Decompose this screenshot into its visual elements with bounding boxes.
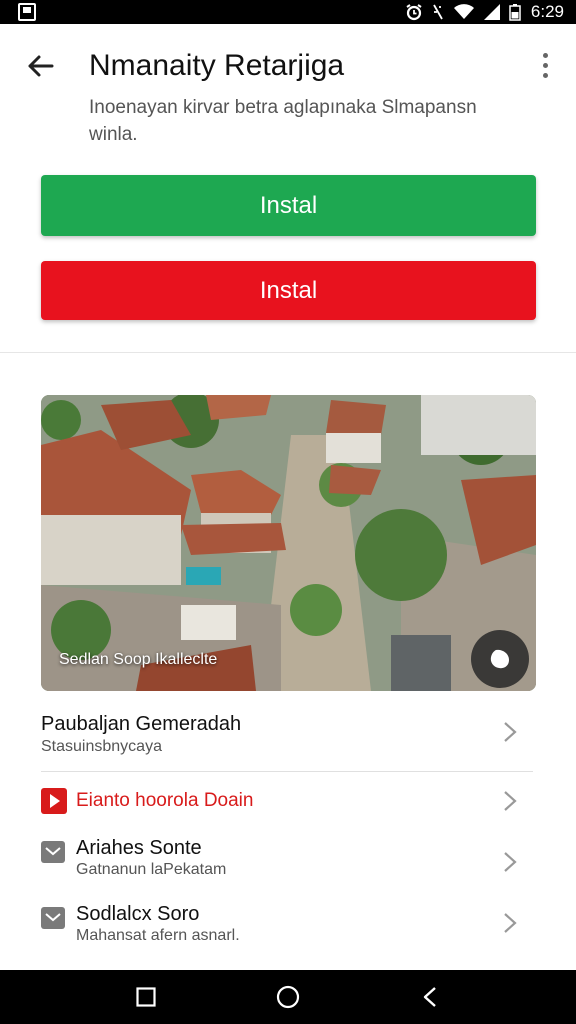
list-item-title: Paubaljan Gemeradah [41, 713, 242, 735]
village-photo-illustration [41, 395, 536, 691]
chevron-right-icon [504, 913, 517, 933]
village-photo[interactable]: Sedlan Soop Ikalleclte [41, 395, 536, 691]
mail-icon [41, 841, 65, 863]
shape-icon [490, 649, 509, 669]
navigation-bar [0, 970, 576, 1024]
photo-caption: Sedlan Soop Ikalleclte [59, 651, 218, 668]
signal-icon [483, 4, 500, 20]
list-item-title: Ariahes Sonte [76, 837, 202, 859]
back-button[interactable] [20, 50, 60, 82]
page-subtitle: Inoenayan kirvar betra aglapınaka Slmapa… [89, 97, 477, 145]
page-title: Nmanaity Retarjiga [89, 49, 345, 82]
alarm-icon [406, 4, 422, 21]
clock: 6:29 [530, 2, 564, 21]
list-item[interactable]: Ariahes Sonte Gatnanun laPekatam [0, 833, 576, 891]
more-vert-icon [542, 52, 548, 58]
arrow-back-icon [28, 55, 54, 77]
vibrate-icon [433, 4, 443, 20]
list-item[interactable]: Paubaljan Gemeradah Stasuinsbnycaya [0, 705, 576, 769]
chevron-right-icon [504, 722, 517, 742]
list-item-subtitle: Gatnanun laPekatam [76, 861, 227, 878]
back-nav-button[interactable] [415, 982, 445, 1012]
app-bar: Nmanaity Retarjiga Inoenayan kirvar betr… [0, 24, 576, 180]
notification-icon [18, 3, 36, 21]
mail-icon [41, 907, 65, 929]
circle-icon [276, 985, 300, 1009]
status-bar: 6:29 [0, 0, 576, 24]
home-button[interactable] [273, 982, 303, 1012]
list-item-title: Sodlalcx Soro [76, 903, 200, 925]
recents-button[interactable] [131, 982, 161, 1012]
list-item-title: Eianto hoorola Doain [76, 790, 254, 811]
list-item-subtitle: Mahansat afern asnarl. [76, 927, 240, 944]
list-divider [41, 771, 533, 772]
triangle-back-icon [423, 987, 436, 1007]
install-button-primary[interactable]: Instal [41, 175, 536, 236]
overflow-menu-button[interactable] [532, 50, 558, 80]
wifi-icon [453, 4, 474, 19]
chevron-right-icon [504, 852, 517, 872]
section-divider [0, 352, 576, 353]
list-item[interactable]: Sodlalcx Soro Mahansat afern asnarl. [0, 899, 576, 957]
youtube-icon [41, 788, 67, 814]
photo-action-button[interactable] [471, 630, 529, 688]
list-item[interactable]: Eianto hoorola Doain [0, 780, 576, 824]
battery-icon [509, 4, 521, 21]
chevron-right-icon [504, 791, 517, 811]
square-icon [136, 987, 156, 1007]
install-button-secondary[interactable]: Instal [41, 261, 536, 320]
list-item-subtitle: Stasuinsbnycaya [41, 738, 162, 755]
